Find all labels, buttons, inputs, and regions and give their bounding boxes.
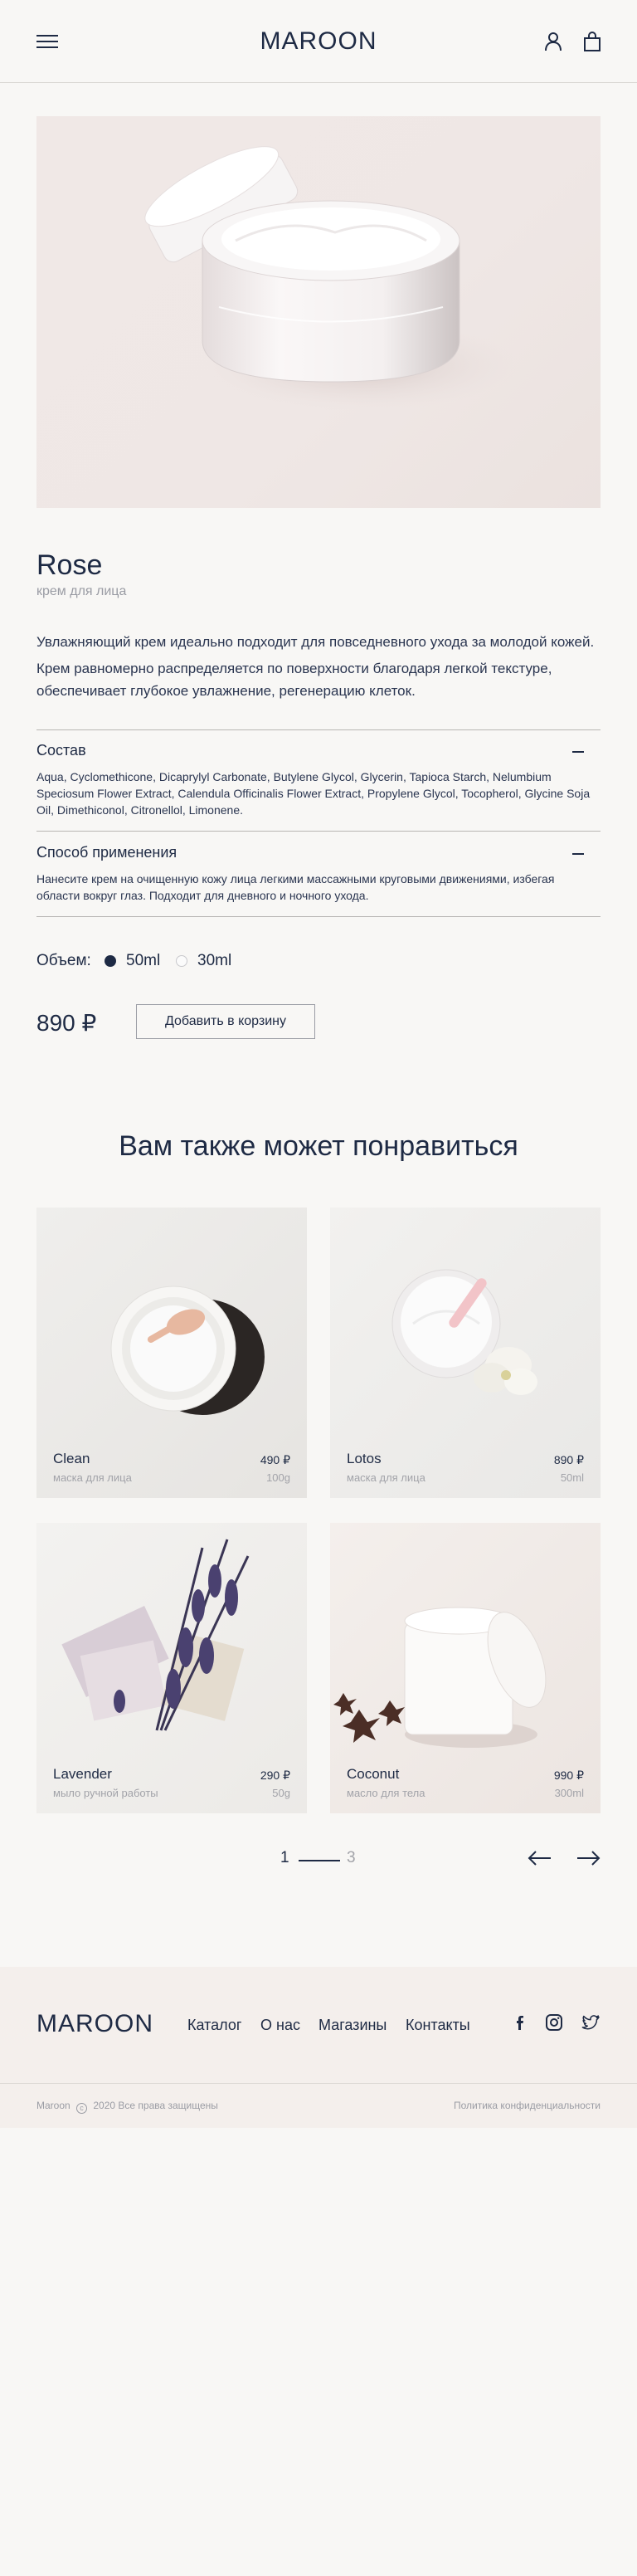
volume-option-label[interactable]: 30ml — [197, 952, 231, 970]
product-card-volume: 300ml — [554, 1787, 584, 1799]
arrow-left-icon[interactable] — [528, 1847, 552, 1869]
copyright-text: 2020 Все права защищены — [93, 2100, 218, 2111]
product-card-category: мыло ручной работы — [53, 1787, 158, 1799]
recommendations-title: Вам также может понравиться — [119, 1130, 518, 1162]
product-title: Rose — [36, 549, 103, 581]
product-card[interactable]: Clean маска для лица 490 ₽ 100g — [36, 1208, 307, 1498]
instagram-icon[interactable] — [544, 2013, 564, 2032]
product-card-category: маска для лица — [347, 1471, 425, 1484]
product-price: 890 ₽ — [36, 1010, 97, 1036]
divider — [36, 916, 601, 917]
copyright-icon: c — [76, 2103, 88, 2114]
product-description: Увлажняющий крем идеально подходит для п… — [36, 634, 595, 650]
privacy-policy-link[interactable]: Политика конфиденциальности — [454, 2100, 601, 2111]
footer-nav-contacts[interactable]: Контакты — [406, 2017, 470, 2034]
collapse-icon[interactable] — [572, 853, 584, 855]
composition-text: Aqua, Cyclomethicone, Dicaprylyl Carbona… — [36, 770, 591, 817]
product-card-price: 990 ₽ — [553, 1769, 584, 1782]
usage-text: Нанесите крем на очищенную кожу лица лег… — [36, 872, 555, 902]
product-card-category: маска для лица — [53, 1471, 132, 1484]
product-card-name: Lavender — [53, 1766, 112, 1782]
product-card-volume: 50ml — [560, 1471, 584, 1484]
product-card-price: 290 ₽ — [260, 1769, 290, 1782]
copyright-brand: Maroon — [36, 2100, 71, 2111]
product-card[interactable]: Coconut масло для тела 990 ₽ 300ml — [330, 1523, 601, 1813]
footer-logo[interactable]: MAROON — [36, 2010, 153, 2038]
footer-nav-catalog[interactable]: Каталог — [187, 2017, 241, 2034]
user-icon[interactable] — [542, 30, 565, 53]
pagination-progress — [299, 1860, 340, 1861]
arrow-right-icon[interactable] — [576, 1847, 601, 1869]
twitter-icon[interactable] — [581, 2013, 601, 2032]
product-card[interactable]: Lotos маска для лица 890 ₽ 50ml — [330, 1208, 601, 1498]
product-card-volume: 50g — [272, 1787, 290, 1799]
pagination-total: 3 — [347, 1849, 356, 1866]
divider — [36, 831, 601, 832]
product-card-name: Clean — [53, 1451, 90, 1466]
footer-nav-about[interactable]: О нас — [260, 2017, 300, 2034]
shopping-bag-icon[interactable] — [581, 30, 604, 53]
divider — [36, 729, 601, 730]
footer-nav-stores[interactable]: Магазины — [318, 2017, 387, 2034]
product-card-category: масло для тела — [347, 1787, 425, 1799]
volume-radio-50ml[interactable] — [105, 955, 116, 967]
product-subtitle: крем для лица — [36, 584, 127, 598]
volume-radio-30ml[interactable] — [176, 955, 187, 967]
copyright: Maroon c 2020 Все права защищены — [36, 2100, 218, 2114]
facebook-icon[interactable] — [511, 2013, 531, 2032]
product-card-price: 890 ₽ — [553, 1453, 584, 1466]
volume-label: Объем: — [36, 952, 91, 969]
composition-accordion-title[interactable]: Состав — [36, 742, 86, 759]
product-card-name: Lotos — [347, 1451, 382, 1466]
collapse-icon[interactable] — [572, 751, 584, 753]
product-card[interactable]: Lavender мыло ручной работы 290 ₽ 50g — [36, 1523, 307, 1813]
pagination-current: 1 — [280, 1849, 289, 1866]
volume-option-label[interactable]: 50ml — [126, 952, 160, 970]
add-to-cart-button[interactable]: Добавить в корзину — [136, 1004, 315, 1039]
usage-accordion-title[interactable]: Способ применения — [36, 844, 177, 861]
product-card-price: 490 ₽ — [260, 1453, 290, 1466]
product-card-volume: 100g — [266, 1471, 290, 1484]
product-description-extra: Крем равномерно распределяется по поверх… — [36, 661, 552, 699]
product-image — [36, 116, 601, 508]
product-card-name: Coconut — [347, 1766, 400, 1782]
